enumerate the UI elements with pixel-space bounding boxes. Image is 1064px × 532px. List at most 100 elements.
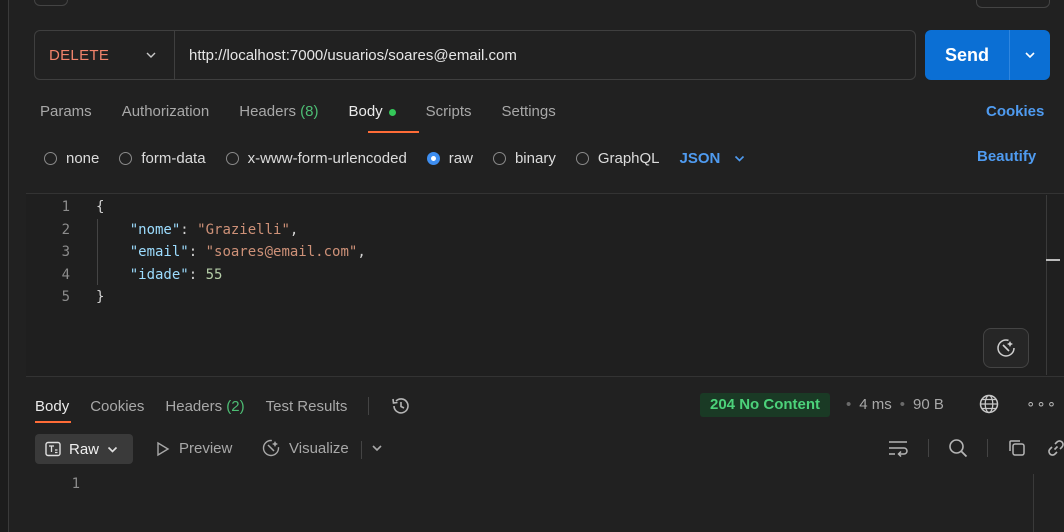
radio-circle-selected [426, 151, 440, 165]
radio-form-data[interactable]: form-data [119, 149, 206, 167]
line-number: 1 [71, 476, 80, 492]
line-number: 2 [61, 221, 70, 238]
active-tab-indicator [368, 131, 419, 133]
response-scrollbar[interactable] [1033, 474, 1034, 532]
divider [361, 441, 362, 459]
resp-tab-headers-label: Headers [165, 397, 223, 415]
radio-none[interactable]: none [44, 150, 99, 167]
ai-assist-button[interactable] [983, 328, 1029, 368]
method-select[interactable]: DELETE [35, 31, 175, 79]
response-time[interactable]: 4 ms [859, 396, 892, 413]
cookies-link[interactable]: Cookies [986, 103, 1044, 120]
response-format-select[interactable]: Raw [35, 434, 133, 464]
line-number: 3 [61, 244, 70, 260]
editor-scroll-thumb[interactable] [1046, 259, 1060, 261]
response-line-numbers: 1 [60, 476, 80, 492]
status-badge[interactable]: 204 No Content [700, 393, 831, 417]
sparkle-wand-icon [997, 339, 1015, 357]
radio-urlencoded[interactable]: x-www-form-urlencoded [225, 149, 407, 167]
preview-button[interactable]: Preview [156, 440, 232, 457]
tab-headers-label: Headers [239, 103, 296, 120]
resp-tab-test-results[interactable]: Test Results [266, 398, 348, 415]
tab-scripts[interactable]: Scripts [426, 103, 472, 127]
copy-icon[interactable] [1007, 438, 1027, 458]
close-brace: } [96, 289, 105, 305]
line-number: 1 [61, 199, 70, 215]
code-line: } [96, 286, 366, 309]
sparkle-wand-icon [262, 439, 280, 457]
radio-label: form-data [141, 149, 206, 167]
radio-raw[interactable]: raw [426, 149, 473, 167]
preview-label: Preview [179, 440, 233, 457]
tab-params[interactable]: Params [40, 103, 92, 127]
top-toolbar-control[interactable] [34, 0, 68, 6]
radio-binary[interactable]: binary [492, 149, 556, 167]
resp-headers-count: (2) [226, 397, 245, 415]
resp-tab-body[interactable]: Body [35, 398, 69, 415]
json-key: "email" [129, 244, 189, 260]
body-type-selector: none form-data x-www-form-urlencoded raw… [44, 148, 745, 168]
history-icon[interactable] [390, 395, 412, 417]
body-modified-dot [388, 108, 396, 116]
line-number: 4 [61, 266, 70, 283]
tab-authorization[interactable]: Authorization [122, 103, 210, 127]
send-button[interactable]: Send [925, 30, 1050, 80]
radio-label: binary [514, 149, 556, 167]
radio-circle [575, 151, 589, 165]
language-select[interactable]: JSON [680, 150, 746, 167]
send-label: Send [944, 44, 989, 65]
code-line: "email": "soares@email.com", [129, 244, 366, 260]
resp-tab-cookies[interactable]: Cookies [90, 398, 144, 415]
chevron-down-icon [146, 52, 156, 58]
chevron-down-icon [735, 155, 745, 162]
top-toolbar-control-right[interactable] [976, 0, 1050, 8]
json-key: "idade" [129, 266, 189, 283]
response-tools [887, 438, 1064, 458]
bullet: • [846, 396, 852, 413]
tab-body-label: Body [348, 103, 383, 120]
line-number: 5 [61, 289, 70, 305]
chevron-down-icon [107, 446, 118, 453]
beautify-button[interactable]: Beautify [977, 148, 1036, 165]
open-brace: { [96, 199, 105, 215]
response-tabs: Body Cookies Headers (2) Test Results [35, 395, 412, 417]
more-options-button[interactable]: ∘∘∘ [1026, 395, 1057, 413]
json-comma: , [289, 221, 299, 238]
response-size[interactable]: 90 B [913, 396, 944, 413]
send-options-button[interactable] [1010, 49, 1050, 61]
raw-label: Raw [69, 440, 100, 458]
resp-tab-headers[interactable]: Headers (2) [165, 398, 244, 415]
wrap-lines-icon[interactable] [887, 438, 909, 458]
tab-body[interactable]: Body [348, 103, 396, 127]
tab-headers[interactable]: Headers (8) [239, 103, 318, 127]
radio-label: GraphQL [597, 149, 660, 167]
code-line: "nome": "Grazielli", [129, 221, 299, 238]
text-format-icon [45, 441, 61, 457]
radio-circle [119, 151, 133, 165]
method-label: DELETE [49, 46, 110, 64]
chevron-down-icon[interactable] [371, 442, 383, 454]
url-input[interactable]: http://localhost:7000/usuarios/soares@em… [175, 47, 517, 64]
code-line: { [96, 196, 366, 219]
active-response-tab-indicator [35, 421, 71, 423]
tab-settings[interactable]: Settings [502, 103, 556, 127]
globe-icon[interactable] [978, 393, 1000, 415]
link-icon[interactable] [1046, 438, 1064, 458]
request-tabs: Params Authorization Headers (8) Body Sc… [40, 103, 556, 127]
code-line: "idade": 55 [129, 266, 223, 283]
editor-scrollbar[interactable] [1046, 195, 1047, 375]
editor-line-numbers: 1 2 3 4 5 [26, 196, 76, 309]
bullet: • [899, 396, 906, 413]
search-icon[interactable] [948, 438, 968, 458]
radio-circle [492, 151, 506, 165]
radio-label: raw [448, 149, 473, 167]
code-content[interactable]: { "nome": "Grazielli", "email": "soares@… [96, 196, 366, 309]
chevron-down-icon [1025, 52, 1035, 59]
headers-count: (8) [300, 103, 319, 120]
radio-graphql[interactable]: GraphQL [575, 149, 660, 167]
radio-label: x-www-form-urlencoded [247, 149, 407, 167]
play-icon [157, 441, 170, 456]
divider [928, 439, 929, 457]
visualize-button[interactable]: Visualize [261, 438, 349, 458]
visualize-label: Visualize [289, 439, 349, 457]
